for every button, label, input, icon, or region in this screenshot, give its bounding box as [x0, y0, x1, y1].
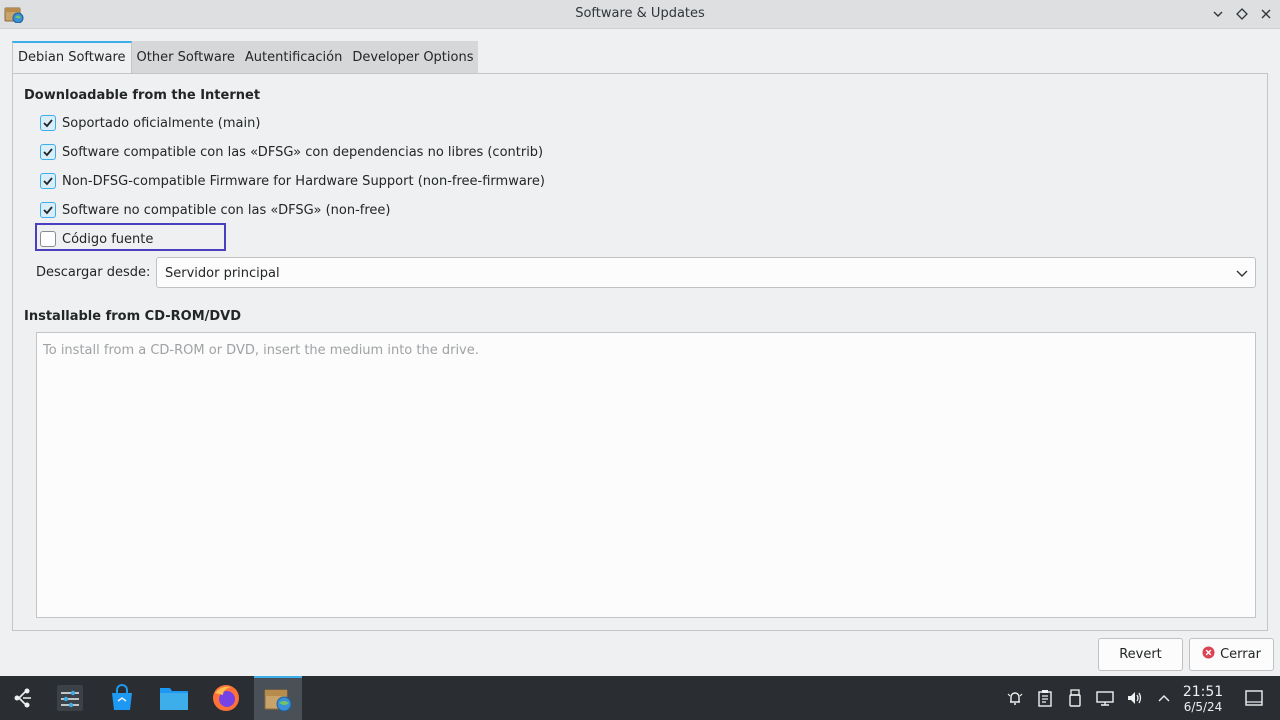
check-icon — [43, 206, 53, 215]
file-manager-icon[interactable] — [152, 676, 196, 720]
option-non-free[interactable]: Software no compatible con las «DFSG» (n… — [40, 201, 390, 219]
checkbox-contrib[interactable] — [40, 144, 56, 160]
option-non-free-firmware[interactable]: Non-DFSG-compatible Firmware for Hardwar… — [40, 172, 545, 190]
cdrom-placeholder: To install from a CD-ROM or DVD, insert … — [43, 343, 479, 358]
download-server-combobox[interactable]: Servidor principal — [156, 257, 1256, 288]
close-circle-icon — [1202, 646, 1215, 663]
clock-time: 21:51 — [1182, 684, 1224, 700]
application-launcher-icon[interactable] — [0, 676, 44, 720]
system-settings-icon[interactable] — [48, 676, 92, 720]
option-main-label: Soportado oficialmente (main) — [62, 115, 261, 131]
revert-button[interactable]: Revert — [1098, 638, 1183, 671]
option-source-code-label: Código fuente — [62, 231, 154, 247]
chevron-up-icon[interactable] — [1155, 689, 1173, 707]
checkbox-main[interactable] — [40, 115, 56, 131]
software-updates-taskbar-icon[interactable] — [254, 676, 302, 720]
show-desktop-icon[interactable] — [1245, 689, 1263, 707]
volume-icon[interactable] — [1126, 689, 1144, 707]
window-title: Software & Updates — [575, 6, 705, 21]
close-button-label: Cerrar — [1220, 647, 1261, 662]
option-main[interactable]: Soportado oficialmente (main) — [40, 114, 260, 132]
check-icon — [43, 148, 53, 157]
maximize-button[interactable] — [1234, 6, 1250, 22]
checkbox-source-code[interactable] — [40, 231, 56, 247]
close-window-button[interactable] — [1258, 6, 1274, 22]
tab-other-software[interactable]: Other Software — [132, 41, 240, 74]
taskbar: 21:51 6/5/24 — [0, 676, 1280, 720]
tab-authentication[interactable]: Autentificación — [240, 41, 347, 74]
removable-device-icon[interactable] — [1066, 689, 1084, 707]
network-icon[interactable] — [1096, 689, 1114, 707]
option-contrib-label: Software compatible con las «DFSG» con d… — [62, 144, 544, 160]
check-icon — [43, 119, 53, 128]
download-from-label: Descargar desde: — [36, 265, 151, 280]
tab-developer-options[interactable]: Developer Options — [347, 41, 478, 74]
notifications-icon[interactable] — [1006, 689, 1024, 707]
check-icon — [43, 177, 53, 186]
option-non-free-firmware-label: Non-DFSG-compatible Firmware for Hardwar… — [62, 173, 545, 189]
window-titlebar[interactable]: Software & Updates — [0, 0, 1280, 29]
digital-clock[interactable]: 21:51 6/5/24 — [1178, 684, 1228, 714]
clipboard-icon[interactable] — [1036, 689, 1054, 707]
clock-date: 6/5/24 — [1183, 700, 1223, 714]
discover-store-icon[interactable] — [100, 676, 144, 720]
chevron-down-icon — [1235, 266, 1249, 280]
cdrom-list[interactable]: To install from a CD-ROM or DVD, insert … — [36, 332, 1256, 618]
checkbox-non-free-firmware[interactable] — [40, 173, 56, 189]
minimize-button[interactable] — [1210, 6, 1226, 22]
firefox-icon[interactable] — [204, 676, 248, 720]
revert-button-label: Revert — [1119, 647, 1162, 662]
download-server-value: Servidor principal — [165, 266, 280, 281]
option-source-code[interactable]: Código fuente — [40, 230, 153, 248]
tab-debian-software[interactable]: Debian Software — [12, 41, 132, 74]
option-contrib[interactable]: Software compatible con las «DFSG» con d… — [40, 143, 543, 161]
close-button[interactable]: Cerrar — [1189, 638, 1274, 671]
cdrom-section-title: Installable from CD-ROM/DVD — [24, 309, 242, 324]
checkbox-non-free[interactable] — [40, 202, 56, 218]
option-non-free-label: Software no compatible con las «DFSG» (n… — [62, 202, 391, 218]
internet-section-title: Downloadable from the Internet — [24, 88, 261, 103]
tab-bar: Debian Software Other Software Autentifi… — [12, 41, 479, 74]
